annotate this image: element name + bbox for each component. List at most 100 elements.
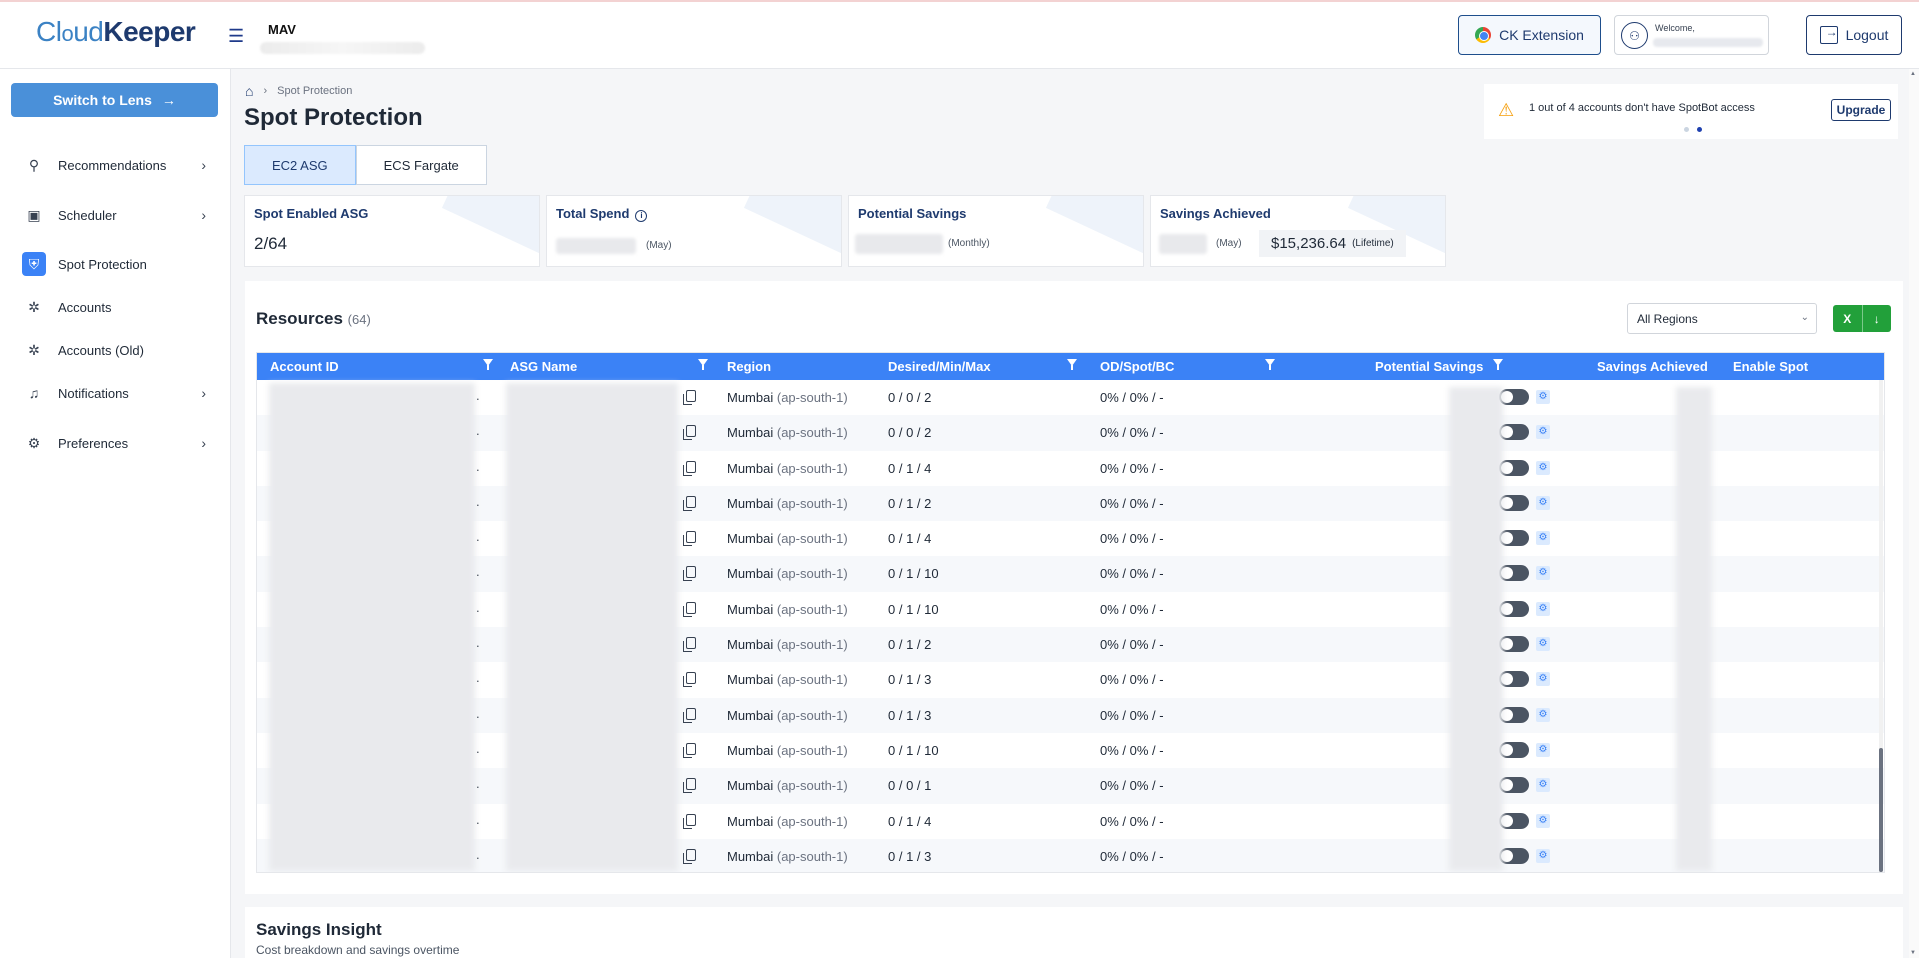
gear-icon[interactable]: ⚙	[1536, 813, 1550, 828]
enable-spot-toggle[interactable]	[1499, 600, 1529, 617]
table-row[interactable]: . Mumbai (ap-south-1) 0 / 1 / 2 0% / 0% / -…	[257, 485, 1884, 522]
carousel-dot[interactable]	[1684, 127, 1689, 132]
enable-spot-toggle[interactable]	[1499, 671, 1529, 688]
filter-icon[interactable]	[1067, 359, 1077, 370]
filter-icon[interactable]	[483, 359, 493, 370]
table-row[interactable]: . Mumbai (ap-south-1) 0 / 1 / 3 0% / 0% / -…	[257, 662, 1884, 697]
tab-ec2-asg[interactable]: EC2 ASG	[244, 145, 356, 185]
carousel-dot-active[interactable]	[1697, 127, 1702, 132]
gear-icon[interactable]: ⚙	[1536, 848, 1550, 863]
table-row[interactable]: . Mumbai (ap-south-1) 0 / 1 / 4 0% / 0% / -…	[257, 804, 1884, 839]
excel-icon: X	[1833, 305, 1863, 332]
enable-spot-toggle[interactable]	[1499, 706, 1529, 723]
gear-icon[interactable]: ⚙	[1536, 778, 1550, 793]
copy-icon[interactable]	[683, 637, 696, 653]
enable-spot-toggle[interactable]	[1499, 636, 1529, 653]
copy-icon[interactable]	[683, 531, 696, 547]
cloudkeeper-logo[interactable]: CloudKeeper	[36, 16, 196, 48]
copy-icon[interactable]	[683, 742, 696, 758]
user-menu[interactable]: ⚇ Welcome,	[1614, 15, 1769, 55]
org-name[interactable]: MAV	[268, 22, 296, 37]
enable-spot-toggle[interactable]	[1499, 459, 1529, 476]
home-icon[interactable]: ⌂	[245, 83, 253, 99]
enable-spot-toggle[interactable]	[1499, 530, 1529, 547]
copy-icon[interactable]	[683, 425, 696, 441]
table-scrollbar[interactable]	[1879, 380, 1883, 872]
gear-icon[interactable]: ⚙	[1536, 742, 1550, 757]
savings-achieved-col-redacted	[1676, 387, 1712, 871]
sidebar-item-notifications[interactable]: ♫ Notifications ›	[22, 378, 212, 408]
info-icon[interactable]: i	[635, 210, 648, 222]
row-marker: .	[476, 776, 480, 792]
enable-spot-toggle[interactable]	[1499, 741, 1529, 758]
filter-icon[interactable]	[1493, 359, 1503, 370]
recommendations-icon: ⚲	[28, 156, 40, 173]
switch-to-lens-button[interactable]: Switch to Lens →	[11, 83, 218, 117]
warning-icon: ⚠	[1498, 100, 1515, 120]
enable-spot-toggle[interactable]	[1499, 494, 1529, 511]
od-spot-bc-cell: 0% / 0% / -	[1100, 425, 1164, 441]
gear-icon[interactable]: ⚙	[1536, 672, 1550, 687]
hamburger-menu-icon[interactable]: ☰	[228, 26, 244, 47]
table-row[interactable]: . Mumbai (ap-south-1) 0 / 1 / 4 0% / 0% / -…	[257, 521, 1884, 556]
logout-button[interactable]: Logout	[1806, 15, 1902, 55]
copy-icon[interactable]	[683, 390, 696, 405]
gear-icon[interactable]: ⚙	[1536, 601, 1550, 616]
lifetime-savings: $15,236.64 (Lifetime)	[1259, 230, 1406, 257]
table-row[interactable]: . Mumbai (ap-south-1) 0 / 1 / 2 0% / 0% / -…	[257, 627, 1884, 663]
user-name-redacted	[1653, 38, 1763, 47]
enable-spot-toggle[interactable]	[1499, 777, 1529, 794]
filter-icon[interactable]	[698, 359, 708, 370]
copy-icon[interactable]	[683, 460, 696, 476]
gear-icon[interactable]: ⚙	[1536, 531, 1550, 546]
gear-icon[interactable]: ⚙	[1536, 460, 1550, 475]
row-marker: .	[476, 423, 480, 439]
enable-spot-toggle[interactable]	[1499, 424, 1529, 441]
tab-ecs-fargate[interactable]: ECS Fargate	[355, 145, 487, 185]
filter-icon[interactable]	[1265, 359, 1275, 370]
gear-icon[interactable]: ⚙	[1536, 566, 1550, 581]
card-potential-savings: Potential Savings (Monthly)	[848, 195, 1144, 267]
table-row[interactable]: . Mumbai (ap-south-1) 0 / 1 / 3 0% / 0% / -…	[257, 697, 1884, 733]
enable-spot-toggle[interactable]	[1499, 389, 1529, 405]
copy-icon[interactable]	[683, 707, 696, 723]
gear-icon[interactable]: ⚙	[1536, 390, 1550, 404]
gear-icon[interactable]: ⚙	[1536, 495, 1550, 510]
copy-icon[interactable]	[683, 566, 696, 582]
sidebar-item-spot-protection[interactable]: ⛨ Spot Protection	[22, 249, 212, 279]
copy-icon[interactable]	[683, 672, 696, 688]
sidebar-item-recommendations[interactable]: ⚲ Recommendations ›	[22, 150, 212, 180]
table-row[interactable]: . Mumbai (ap-south-1) 0 / 0 / 1 0% / 0% / -…	[257, 768, 1884, 804]
card-spot-enabled-asg: Spot Enabled ASG 2/64	[244, 195, 540, 267]
table-row[interactable]: . Mumbai (ap-south-1) 0 / 1 / 10 0% / 0% / …	[257, 556, 1884, 592]
gear-icon[interactable]: ⚙	[1536, 707, 1550, 722]
row-marker: .	[476, 846, 480, 862]
table-row[interactable]: . Mumbai (ap-south-1) 0 / 0 / 2 0% / 0% / -…	[257, 380, 1884, 415]
enable-spot-toggle[interactable]	[1499, 565, 1529, 582]
row-marker: .	[476, 740, 480, 756]
sidebar-item-accounts[interactable]: ✲ Accounts	[22, 292, 212, 322]
gear-icon[interactable]: ⚙	[1536, 425, 1550, 440]
copy-icon[interactable]	[683, 495, 696, 511]
export-excel-button[interactable]: X ↓	[1833, 305, 1891, 332]
page-scrollbar[interactable]	[1909, 69, 1919, 958]
upgrade-button[interactable]: Upgrade	[1831, 99, 1891, 121]
ck-extension-button[interactable]: CK Extension	[1458, 15, 1601, 55]
sidebar-item-preferences[interactable]: ⚙ Preferences ›	[22, 428, 212, 458]
table-row[interactable]: . Mumbai (ap-south-1) 0 / 1 / 10 0% / 0% / …	[257, 733, 1884, 768]
enable-spot-toggle[interactable]	[1499, 812, 1529, 829]
table-row[interactable]: . Mumbai (ap-south-1) 0 / 1 / 4 0% / 0% / -…	[257, 451, 1884, 486]
region-select[interactable]: All Regions ⌄	[1627, 303, 1817, 334]
table-row[interactable]: . Mumbai (ap-south-1) 0 / 1 / 10 0% / 0% / …	[257, 592, 1884, 627]
table-row[interactable]: . Mumbai (ap-south-1) 0 / 0 / 2 0% / 0% / -…	[257, 415, 1884, 451]
copy-icon[interactable]	[683, 848, 696, 864]
copy-icon[interactable]	[683, 778, 696, 794]
od-spot-bc-cell: 0% / 0% / -	[1100, 531, 1164, 547]
enable-spot-toggle[interactable]	[1499, 847, 1529, 864]
table-row[interactable]: . Mumbai (ap-south-1) 0 / 1 / 3 0% / 0% / -…	[257, 838, 1884, 872]
copy-icon[interactable]	[683, 813, 696, 829]
gear-icon[interactable]: ⚙	[1536, 637, 1550, 652]
copy-icon[interactable]	[683, 601, 696, 617]
sidebar-item-scheduler[interactable]: ▣ Scheduler ›	[22, 200, 212, 230]
sidebar-item-accounts-old[interactable]: ✲ Accounts (Old)	[22, 335, 212, 365]
